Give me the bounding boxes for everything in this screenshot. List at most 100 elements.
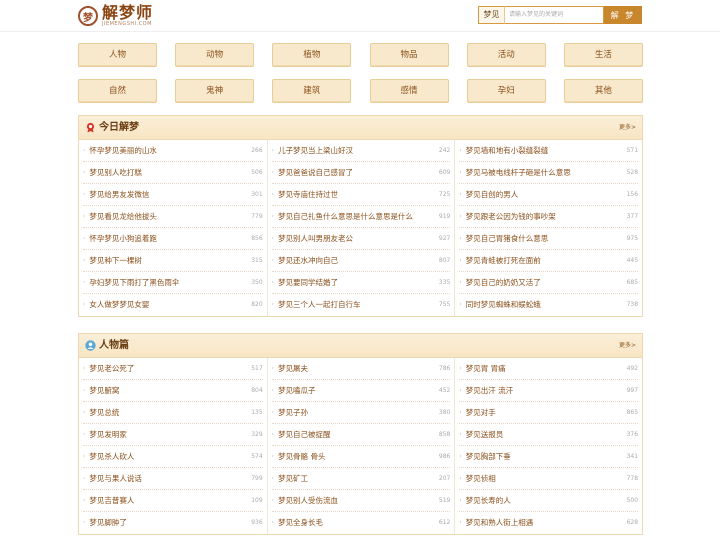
item-title: 梦见自己的奶奶又活了 [459,272,541,293]
list-item[interactable]: 梦见矿工 207 [271,468,451,490]
list-item[interactable]: 梦见自己胃猪食什么意思 975 [459,228,639,250]
list-item[interactable]: 梦见别人受伤流血 519 [271,490,451,512]
list-item[interactable]: 梦见与果人说话 799 [83,468,263,490]
list-item[interactable]: 梦见爸爸说自己感冒了 609 [271,162,451,184]
panel-header: 人物篇 更多> [79,334,642,358]
panel-title: 人物篇 [99,340,129,351]
item-view-count: 612 [438,519,451,526]
site-logo[interactable]: 梦 解梦师 JIEMENGSHI.COM [78,4,168,28]
list-item[interactable]: 孕妇梦见下雨打了黑色雨伞 350 [83,272,263,294]
list-item[interactable]: 女人做梦梦见女婴 820 [83,294,262,316]
list-item[interactable]: 梦见胃 胃痛 492 [459,358,639,380]
list-item[interactable]: 梦见看见龙给他拔头 779 [83,206,263,228]
item-title: 女人做梦梦见女婴 [83,294,149,316]
list-item[interactable]: 梦见自己被捉醒 858 [271,424,451,446]
category-nature[interactable]: 自然 [78,79,157,103]
list-item[interactable]: 梦见马被电线杆子砸是什么意思 528 [459,162,639,184]
list-item[interactable]: 梦见老公死了 517 [83,358,263,380]
list-item[interactable]: 梦见自创的男人 156 [459,184,639,206]
list-item[interactable]: 梦见杀人砍人 574 [83,446,263,468]
item-view-count: 329 [251,431,263,438]
item-title: 梦见自己被捉醒 [272,424,331,445]
list-item[interactable]: 梦见全身长毛 612 [272,512,451,534]
item-view-count: 517 [251,365,263,372]
list-item[interactable]: 同时梦见蜘蛛和蜈蚣蛾 738 [459,294,638,316]
item-view-count: 376 [626,431,639,438]
list-item[interactable]: 儿子梦见当上梁山好汉 242 [271,140,451,162]
category-pregnancy[interactable]: 孕妇 [466,79,546,103]
list-item[interactable]: 怀孕梦见美丽的山水 266 [83,140,263,162]
item-title: 梦见看见龙给他拔头 [83,206,157,227]
today-panel: 今日解梦 更多> 怀孕梦见美丽的山水 266 梦见别人吃打糕 506 梦见给男友发微信 3… [78,115,643,317]
category-row: 自然 鬼神 建筑 感情 孕妇 其他 [78,79,643,103]
list-item[interactable]: 梦见青蛙被打死在面前 445 [459,250,639,272]
item-view-count: 807 [438,257,451,264]
list-item[interactable]: 梦见自己扎鱼什么意思是什么意思是什么 919 [271,206,451,228]
category-animals[interactable]: 动物 [175,43,255,67]
list-item[interactable]: 梦见种下一棵树 315 [83,250,263,272]
category-other[interactable]: 其他 [563,79,643,103]
list-item[interactable]: 梦见对手 865 [459,402,639,424]
list-item[interactable]: 梦见别人吃打糕 506 [83,162,263,184]
list-item[interactable]: 怀孕梦见小狗追着跑 856 [83,228,263,250]
list-item[interactable]: 梦见脚肿了 936 [83,512,262,534]
logo-subtitle: JIEMENGSHI.COM [102,21,152,27]
category-buildings[interactable]: 建筑 [272,79,352,103]
list-item[interactable]: 梦见寺庙住持过世 725 [271,184,451,206]
item-view-count: 986 [438,453,451,460]
list-item[interactable]: 梦见给男友发微信 301 [83,184,263,206]
item-title: 梦见胃 胃痛 [459,358,506,379]
more-link[interactable]: 更多> [619,342,636,350]
item-title: 怀孕梦见美丽的山水 [83,140,157,161]
list-item[interactable]: 梦见长寿的人 500 [459,490,639,512]
item-title: 梦见寺庙住持过世 [272,184,338,205]
list-item[interactable]: 梦见跟老公因为钱的事吵架 377 [459,206,639,228]
item-view-count: 786 [438,365,451,372]
list-item[interactable]: 梦见要同学结婚了 335 [271,272,451,294]
category-emotions[interactable]: 感情 [369,79,449,103]
item-view-count: 685 [626,279,639,286]
search-input[interactable] [504,6,604,24]
list-item[interactable]: 梦见总统 135 [83,402,263,424]
list-column: 怀孕梦见美丽的山水 266 梦见别人吃打糕 506 梦见给男友发微信 301 梦见看见龙给他… [79,140,267,316]
item-title: 梦见老公死了 [83,358,134,379]
item-title: 同时梦见蜘蛛和蜈蚣蛾 [459,294,541,316]
list-item[interactable]: 梦见三个人一起打自行车 755 [272,294,450,316]
category-ghosts[interactable]: 鬼神 [175,79,255,103]
item-view-count: 574 [251,453,263,460]
item-view-count: 500 [626,497,639,504]
category-people[interactable]: 人物 [78,43,157,67]
list-item[interactable]: 梦见胸部下垂 341 [459,446,639,468]
item-view-count: 350 [251,279,263,286]
item-title: 梦见自创的男人 [459,184,519,205]
list-item[interactable]: 梦见送报员 376 [459,424,639,446]
item-view-count: 335 [438,279,451,286]
list-item[interactable]: 梦见出汗 流汗 997 [459,380,639,402]
list-item[interactable]: 梦见屠夫 786 [271,358,451,380]
list-item[interactable]: 梦见发明家 329 [83,424,263,446]
list-item[interactable]: 梦见嗑瓜子 452 [271,380,451,402]
list-item[interactable]: 梦见还水冲向自己 807 [271,250,451,272]
list-item[interactable]: 梦见腑窝 804 [83,380,263,402]
category-plants[interactable]: 植物 [272,43,352,67]
category-activities[interactable]: 活动 [466,43,546,67]
list-item[interactable]: 梦见和熟人街上相遇 628 [459,512,638,534]
list-item[interactable]: 梦见墙和地有小裂缝裂缝 571 [459,140,639,162]
category-nav: 人物 动物 植物 物品 活动 生活 自然 鬼神 建筑 感情 孕妇 其他 [78,43,643,115]
search-button[interactable]: 解 梦 [604,6,642,24]
item-view-count: 445 [626,257,639,264]
people-panel: 人物篇 更多> 梦见老公死了517梦见腑窝804梦见总统135梦见发明家329梦… [78,333,643,535]
list-item[interactable]: 梦见骨骼 骨头 986 [271,446,451,468]
list-item[interactable]: 梦见子孙 380 [271,402,451,424]
item-view-count: 242 [438,147,451,154]
item-title: 梦见别人叫男朋友老公 [272,228,353,249]
more-link[interactable]: 更多> [619,124,636,132]
list-item[interactable]: 梦见侦相 778 [459,468,639,490]
list-item[interactable]: 梦见吉普赛人 109 [83,490,263,512]
list-item[interactable]: 梦见别人叫男朋友老公 927 [271,228,451,250]
category-life[interactable]: 生活 [563,43,643,67]
category-items[interactable]: 物品 [369,43,449,67]
list-item[interactable]: 梦见自己的奶奶又活了 685 [459,272,639,294]
list-column: 梦见墙和地有小裂缝裂缝 571 梦见马被电线杆子砸是什么意思 528 梦见自创的男人 15… [454,140,642,316]
item-title: 梦见还水冲向自己 [272,250,338,271]
